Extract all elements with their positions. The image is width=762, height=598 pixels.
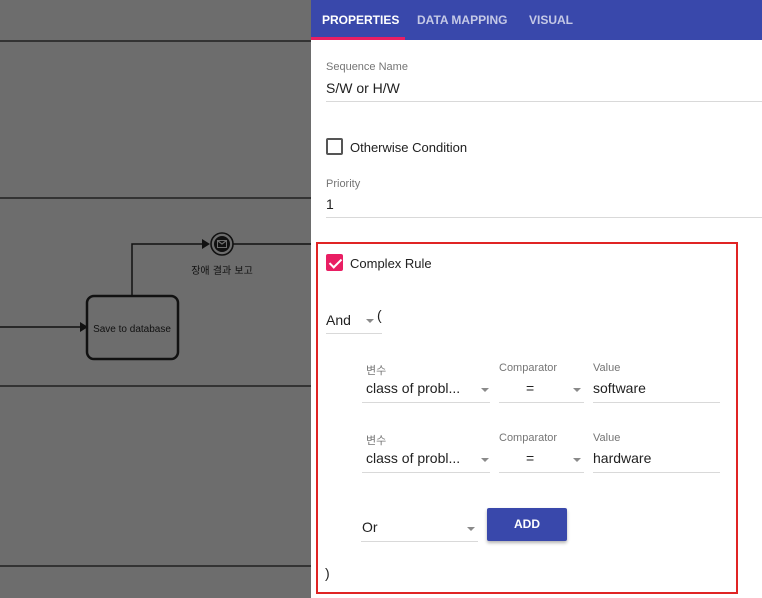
chevron-down-icon[interactable] [467,527,475,531]
chevron-down-icon[interactable] [481,458,489,462]
comparator-select[interactable]: = [526,380,534,396]
complex-rule-label: Complex Rule [350,256,432,271]
comparator-label: Comparator [499,432,558,444]
sequence-name-label: Sequence Name [326,61,408,73]
comparator-select[interactable]: = [526,450,534,466]
comparator-underline [499,472,584,473]
operator-underline [326,333,382,334]
properties-panel: PROPERTIES DATA MAPPING VISUAL Sequence … [311,0,762,598]
event-label: 장애 결과 보고 [191,265,253,277]
chevron-down-icon[interactable] [366,319,374,323]
task-label: Save to database [93,324,171,335]
sequence-name-input[interactable]: S/W or H/W [326,80,400,96]
add-button[interactable]: ADD [487,508,567,541]
priority-input[interactable]: 1 [326,196,334,212]
flow-arrowhead [202,239,210,249]
value-underline [593,472,720,473]
operator-select[interactable]: And [326,312,351,328]
diagram-svg: Save to database 장애 결과 보고 [0,40,311,567]
value-label: Value [593,362,621,374]
comparator-label: Comparator [499,362,558,374]
variable-label: 변수 [366,365,387,377]
tab-visual[interactable]: VISUAL [529,0,573,40]
otherwise-label: Otherwise Condition [350,140,468,155]
add-operator-underline [361,541,478,542]
add-operator-select[interactable]: Or [362,519,378,535]
tab-data-mapping[interactable]: DATA MAPPING [417,0,507,40]
value-underline [593,402,720,403]
comparator-underline [499,402,584,403]
tab-properties[interactable]: PROPERTIES [322,0,399,40]
value-input[interactable]: software [593,380,646,396]
variable-underline [362,472,490,473]
variable-label: 변수 [366,435,387,447]
value-input[interactable]: hardware [593,450,651,466]
priority-underline [326,217,762,218]
tab-bar: PROPERTIES DATA MAPPING VISUAL [311,0,762,40]
otherwise-checkbox[interactable] [326,138,343,155]
variable-select[interactable]: class of probl... [366,380,460,396]
chevron-down-icon[interactable] [573,458,581,462]
sequence-name-underline [326,101,762,102]
chevron-down-icon[interactable] [573,388,581,392]
tab-indicator [311,37,405,40]
chevron-down-icon[interactable] [481,388,489,392]
value-label: Value [593,432,621,444]
complex-rule-checkbox[interactable] [326,254,343,271]
open-paren: ( [377,307,382,323]
priority-label: Priority [326,178,361,190]
close-paren: ) [325,565,330,581]
variable-select[interactable]: class of probl... [366,450,460,466]
variable-underline [362,402,490,403]
diagram-canvas[interactable]: Save to database 장애 결과 보고 [0,0,311,598]
